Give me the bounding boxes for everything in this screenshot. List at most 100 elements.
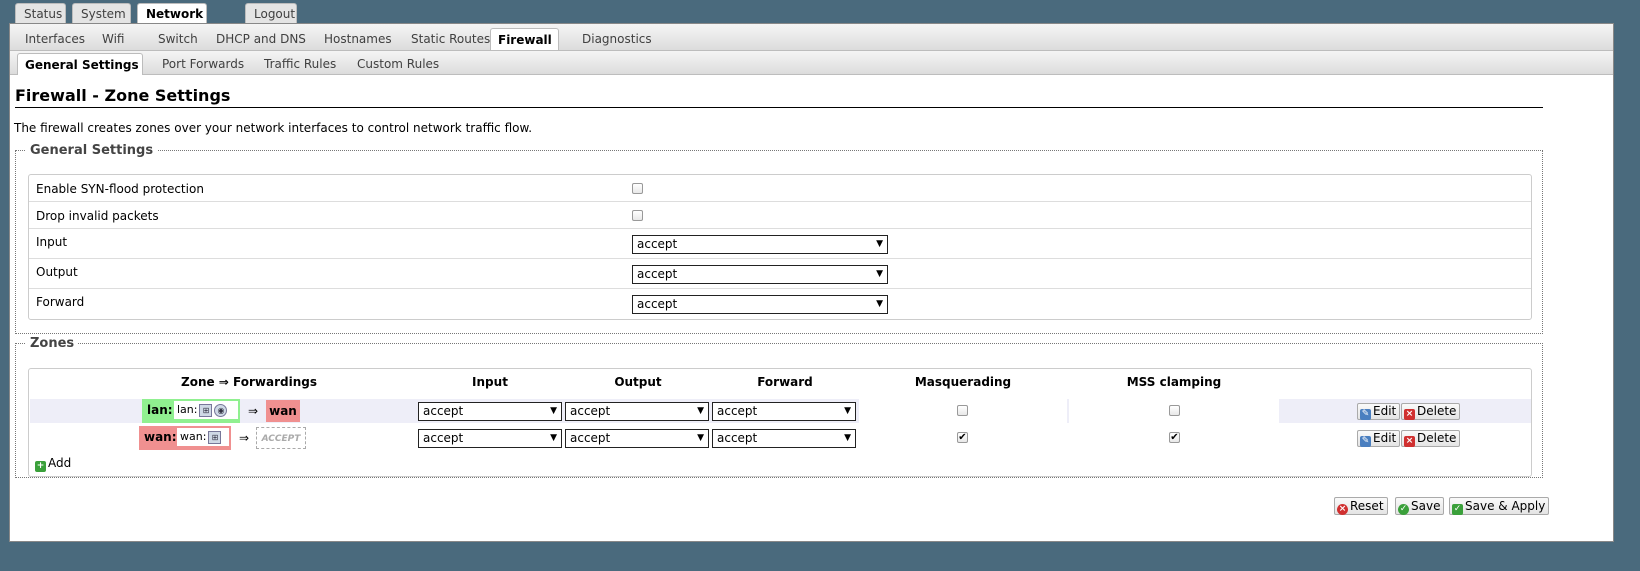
lan-output-value: accept (570, 404, 611, 418)
lan-input-select[interactable]: accept ▼ (418, 402, 562, 421)
forward-target-wan: wan (266, 400, 300, 422)
syn-flood-label: Enable SYN-flood protection (36, 182, 204, 196)
reset-label: Reset (1350, 499, 1384, 513)
header-input: Input (472, 375, 508, 389)
page-title: Firewall - Zone Settings (15, 86, 1543, 108)
forward-policy-select[interactable]: accept ▼ (632, 295, 888, 314)
tab-port-forwards[interactable]: Port Forwards (155, 54, 251, 74)
output-policy-label: Output (36, 265, 78, 279)
wan-input-select[interactable]: accept ▼ (418, 429, 562, 448)
zone-badge-wan[interactable]: wan: wan: ⊞ (139, 426, 231, 450)
tab-logout[interactable]: Logout (245, 3, 297, 23)
tab-wifi[interactable]: Wifi (95, 29, 132, 49)
save-button[interactable]: ✓ Save (1395, 497, 1445, 515)
forward-arrow: ⇒ (239, 431, 250, 445)
forward-policy-value: accept (637, 297, 678, 311)
output-policy-row: Output accept ▼ (29, 259, 1531, 289)
add-zone-button[interactable]: + Add (33, 456, 74, 473)
lan-forward-select[interactable]: accept ▼ (712, 402, 856, 421)
input-policy-select[interactable]: accept ▼ (632, 235, 888, 254)
dropdown-arrow-icon: ▼ (550, 433, 557, 443)
wan-forward-select[interactable]: accept ▼ (712, 429, 856, 448)
tab-static-routes[interactable]: Static Routes (404, 29, 497, 49)
save-icon: ✓ (1398, 504, 1409, 515)
input-policy-row: Input accept ▼ (29, 229, 1531, 259)
wan-input-value: accept (423, 431, 464, 445)
lan-input-value: accept (423, 404, 464, 418)
wan-edit-button[interactable]: ✎ Edit (1357, 430, 1401, 447)
dropdown-arrow-icon: ▼ (876, 299, 883, 309)
dropdown-arrow-icon: ▼ (550, 406, 557, 416)
forward-policy-label: Forward (36, 295, 85, 309)
delete-label: Delete (1417, 404, 1457, 418)
dropdown-arrow-icon: ▼ (844, 433, 851, 443)
lan-edit-button[interactable]: ✎ Edit (1357, 403, 1401, 420)
wan-mss-clamping-checkbox[interactable]: ✔ (1169, 432, 1180, 443)
wan-masquerading-checkbox[interactable]: ✔ (957, 432, 968, 443)
tab-switch[interactable]: Switch (151, 29, 205, 49)
tab-dhcp-dns[interactable]: DHCP and DNS (209, 29, 313, 49)
add-icon: + (35, 461, 46, 472)
wan-delete-button[interactable]: × Delete (1401, 430, 1461, 447)
main-window: Interfaces Wifi Switch DHCP and DNS Host… (9, 23, 1614, 542)
tab-interfaces[interactable]: Interfaces (18, 29, 92, 49)
tab-system[interactable]: System (72, 3, 131, 23)
forward-policy-row: Forward accept ▼ (29, 289, 1531, 320)
zone-badge-lan[interactable]: lan: lan: ⊞ ◉ (142, 399, 240, 423)
lan-output-select[interactable]: accept ▼ (565, 402, 709, 421)
syn-flood-checkbox[interactable] (632, 183, 643, 194)
network-label-lan: lan: (177, 403, 198, 416)
lan-mss-clamping-checkbox[interactable] (1169, 405, 1180, 416)
drop-invalid-checkbox[interactable] (632, 210, 643, 221)
save-label: Save (1411, 499, 1441, 513)
delete-icon: × (1404, 436, 1415, 447)
tab-hostnames[interactable]: Hostnames (317, 29, 399, 49)
dropdown-arrow-icon: ▼ (844, 406, 851, 416)
header-masquerading: Masquerading (914, 375, 1012, 389)
header-output: Output (614, 375, 662, 389)
delete-icon: × (1404, 409, 1415, 420)
reset-icon: × (1337, 504, 1348, 515)
input-policy-label: Input (36, 235, 68, 249)
save-apply-icon: ✓ (1452, 504, 1463, 515)
tab-network[interactable]: Network (137, 3, 207, 24)
add-label: Add (48, 456, 72, 470)
zones-table: Zone ⇒ Forwardings Input Output Forward … (28, 368, 1532, 477)
tab-firewall[interactable]: Firewall (490, 28, 559, 50)
dropdown-arrow-icon: ▼ (697, 406, 704, 416)
output-policy-select[interactable]: accept ▼ (632, 265, 888, 284)
header-forward: Forward (757, 375, 813, 389)
lan-masquerading-checkbox[interactable] (957, 405, 968, 416)
save-apply-button[interactable]: ✓ Save & Apply (1449, 497, 1550, 515)
tab-traffic-rules[interactable]: Traffic Rules (257, 54, 343, 74)
general-settings-section: General Settings Enable SYN-flood protec… (15, 143, 1543, 334)
table-row-wan: wan: wan: ⊞ ⇒ ACCEPT accept ▼ accept ▼ acce… (30, 426, 1531, 450)
masq-cell-lan (859, 399, 1067, 423)
save-apply-label: Save & Apply (1465, 499, 1546, 513)
tab-custom-rules[interactable]: Custom Rules (350, 54, 446, 74)
wan-output-select[interactable]: accept ▼ (565, 429, 709, 448)
tab-general-settings[interactable]: General Settings (17, 53, 143, 75)
edit-label: Edit (1373, 404, 1397, 418)
zone-networks-wan: wan: ⊞ (177, 428, 229, 446)
forward-target-accept: ACCEPT (256, 427, 306, 449)
lan-forward-value: accept (717, 404, 758, 418)
general-settings-table: Enable SYN-flood protection Drop invalid… (28, 174, 1532, 320)
lan-delete-button[interactable]: × Delete (1401, 403, 1461, 420)
wan-forward-value: accept (717, 431, 758, 445)
reset-button[interactable]: × Reset (1334, 497, 1388, 515)
wifi-icon: ◉ (214, 403, 228, 417)
header-zone-forwardings: Zone ⇒ Forwardings (181, 375, 317, 389)
table-row-lan: lan: lan: ⊞ ◉ ⇒ wan accept ▼ accept ▼ accept… (30, 399, 1531, 423)
edit-icon: ✎ (1360, 436, 1371, 447)
wan-output-value: accept (570, 431, 611, 445)
zones-section: Zones Zone ⇒ Forwardings Input Output Fo… (15, 336, 1543, 478)
delete-label: Delete (1417, 431, 1457, 445)
zone-name-lan: lan: (147, 403, 173, 417)
zone-name-wan: wan: (144, 430, 177, 444)
tab-status[interactable]: Status (15, 3, 66, 23)
dropdown-arrow-icon: ▼ (876, 239, 883, 249)
drop-invalid-label: Drop invalid packets (36, 209, 159, 223)
tab-diagnostics[interactable]: Diagnostics (575, 29, 659, 49)
dropdown-arrow-icon: ▼ (697, 433, 704, 443)
